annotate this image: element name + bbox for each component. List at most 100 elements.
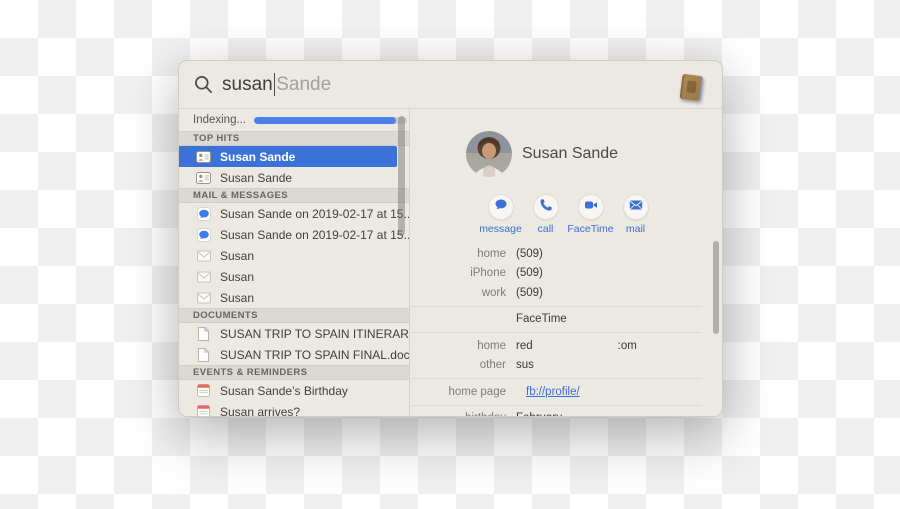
result-item-label: Susan Sande xyxy=(220,149,296,164)
field-value: (509) xyxy=(516,286,543,299)
section-header: EVENTS & REMINDERS xyxy=(179,365,409,380)
home-page-link[interactable]: fb://profile/ xyxy=(526,386,580,398)
action-label: message xyxy=(479,223,522,235)
contact-fields: home (509) iPhone (509) work (509) FaceTime hom… xyxy=(411,244,722,416)
field-label: home page xyxy=(448,385,506,398)
contact-field: home red:om xyxy=(411,336,722,356)
imessage-icon xyxy=(196,206,211,221)
phone-icon xyxy=(539,198,553,217)
result-item-label: Susan xyxy=(220,269,255,284)
document-icon xyxy=(196,326,211,341)
search-autocomplete-text: Sande xyxy=(276,73,332,95)
field-separator xyxy=(411,305,702,307)
result-item[interactable]: Susan xyxy=(179,266,409,287)
imessage-icon xyxy=(196,227,211,242)
result-item[interactable]: SUSAN TRIP TO SPAIN FINAL.docx xyxy=(179,344,409,365)
result-item[interactable]: Susan xyxy=(179,287,409,308)
section-header: TOP HITS xyxy=(179,131,409,146)
calendar-icon xyxy=(196,384,211,397)
result-item-label: Susan Sande on 2019-02-17 at 15.... xyxy=(220,227,409,242)
field-label: home xyxy=(477,339,506,352)
result-item-label: Susan xyxy=(220,290,255,305)
result-item[interactable]: SUSAN TRIP TO SPAIN ITINERARY.... xyxy=(179,323,409,344)
result-item[interactable]: Susan Sande xyxy=(179,146,397,167)
result-item-label: SUSAN TRIP TO SPAIN ITINERARY.... xyxy=(220,326,409,341)
field-label: work xyxy=(481,286,506,299)
result-item-label: Susan Sande’s Birthday xyxy=(220,383,348,398)
envelope-icon xyxy=(196,250,211,262)
indexing-label: Indexing... xyxy=(193,114,247,126)
field-value-right: :om xyxy=(617,339,637,352)
contact-detail-panel: Susan Sande message call FaceTime mail h… xyxy=(411,109,722,416)
result-item[interactable]: Susan Sande on 2019-02-17 at 15.... xyxy=(179,224,409,245)
search-input[interactable]: susan Sande xyxy=(222,73,331,96)
field-value: FaceTime xyxy=(516,313,567,326)
action-label: mail xyxy=(625,223,646,235)
contact-card-icon xyxy=(196,171,211,184)
section-header: MAIL & MESSAGES xyxy=(179,188,409,203)
action-label: call xyxy=(537,223,554,235)
section-header: DOCUMENTS xyxy=(179,308,409,323)
contact-card-icon xyxy=(196,150,211,163)
results-list: TOP HITS Susan Sande Susan Sande MAIL & … xyxy=(179,131,409,416)
field-value: sus xyxy=(516,359,534,372)
field-separator xyxy=(411,404,702,406)
facetime-button[interactable]: FaceTime xyxy=(567,194,614,235)
section-title: MAIL & MESSAGES xyxy=(193,190,289,201)
mail-button[interactable]: mail xyxy=(613,194,658,235)
contact-field: FaceTime xyxy=(411,310,722,330)
field-value: (509) xyxy=(516,247,543,260)
message-bubble-icon xyxy=(494,198,508,217)
result-item-label: SUSAN TRIP TO SPAIN FINAL.docx xyxy=(220,347,409,362)
field-separator xyxy=(411,378,702,379)
contact-field: home page fb://profile/ xyxy=(411,382,722,402)
contact-field: iPhone (509) xyxy=(411,264,722,284)
envelope-icon xyxy=(196,271,211,283)
sidebar-scrollbar[interactable] xyxy=(398,116,405,236)
envelope-icon xyxy=(196,292,211,304)
field-value: (509) xyxy=(516,267,543,280)
results-sidebar: Indexing... TOP HITS Susan Sande Susan S… xyxy=(179,109,410,416)
indexing-progress-fill xyxy=(254,116,397,124)
field-label: home xyxy=(477,247,506,260)
field-label: other xyxy=(479,359,506,372)
contact-field: home (509) xyxy=(411,244,722,264)
mail-envelope-icon xyxy=(629,198,643,216)
section-title: EVENTS & REMINDERS xyxy=(193,367,308,378)
contact-field: birthday February xyxy=(411,409,722,416)
field-value: red:om xyxy=(516,339,637,352)
field-value: February xyxy=(516,412,562,416)
contact-header: Susan Sande xyxy=(466,131,722,177)
field-label: birthday xyxy=(411,412,506,416)
calendar-icon xyxy=(196,405,211,416)
result-item[interactable]: Susan xyxy=(179,245,409,266)
result-item[interactable]: Susan Sande xyxy=(179,167,409,188)
result-item-label: Susan xyxy=(220,248,255,263)
search-icon xyxy=(194,75,213,94)
indexing-status: Indexing... xyxy=(179,109,409,131)
result-item[interactable]: Susan Sande on 2019-02-17 at 15.... xyxy=(179,203,409,224)
result-item[interactable]: Susan Sande’s Birthday xyxy=(179,380,409,401)
result-item-label: Susan arrives? xyxy=(220,404,301,417)
result-item-label: Susan Sande on 2019-02-17 at 15.... xyxy=(220,206,409,221)
section-title: DOCUMENTS xyxy=(193,310,258,321)
video-camera-icon xyxy=(584,198,598,217)
search-bar[interactable]: susan Sande xyxy=(179,61,722,109)
search-typed-text: susan xyxy=(222,73,273,95)
avatar xyxy=(466,131,512,177)
result-item[interactable]: Susan arrives? xyxy=(179,401,409,416)
document-icon xyxy=(196,347,211,362)
contact-name: Susan Sande xyxy=(522,145,619,162)
indexing-progress-bar xyxy=(254,116,408,124)
field-label: iPhone xyxy=(470,267,506,280)
contact-actions: message call FaceTime mail xyxy=(478,194,722,235)
call-button[interactable]: call xyxy=(523,194,568,235)
section-title: TOP HITS xyxy=(193,133,240,144)
action-label: FaceTime xyxy=(567,223,614,235)
contacts-app-icon xyxy=(679,73,704,102)
result-item-label: Susan Sande xyxy=(220,170,293,185)
spotlight-window: susan Sande Indexing... TOP HITS Susan S… xyxy=(178,60,723,417)
message-button[interactable]: message xyxy=(478,194,523,235)
field-separator xyxy=(411,332,702,333)
detail-scrollbar[interactable] xyxy=(713,241,719,334)
